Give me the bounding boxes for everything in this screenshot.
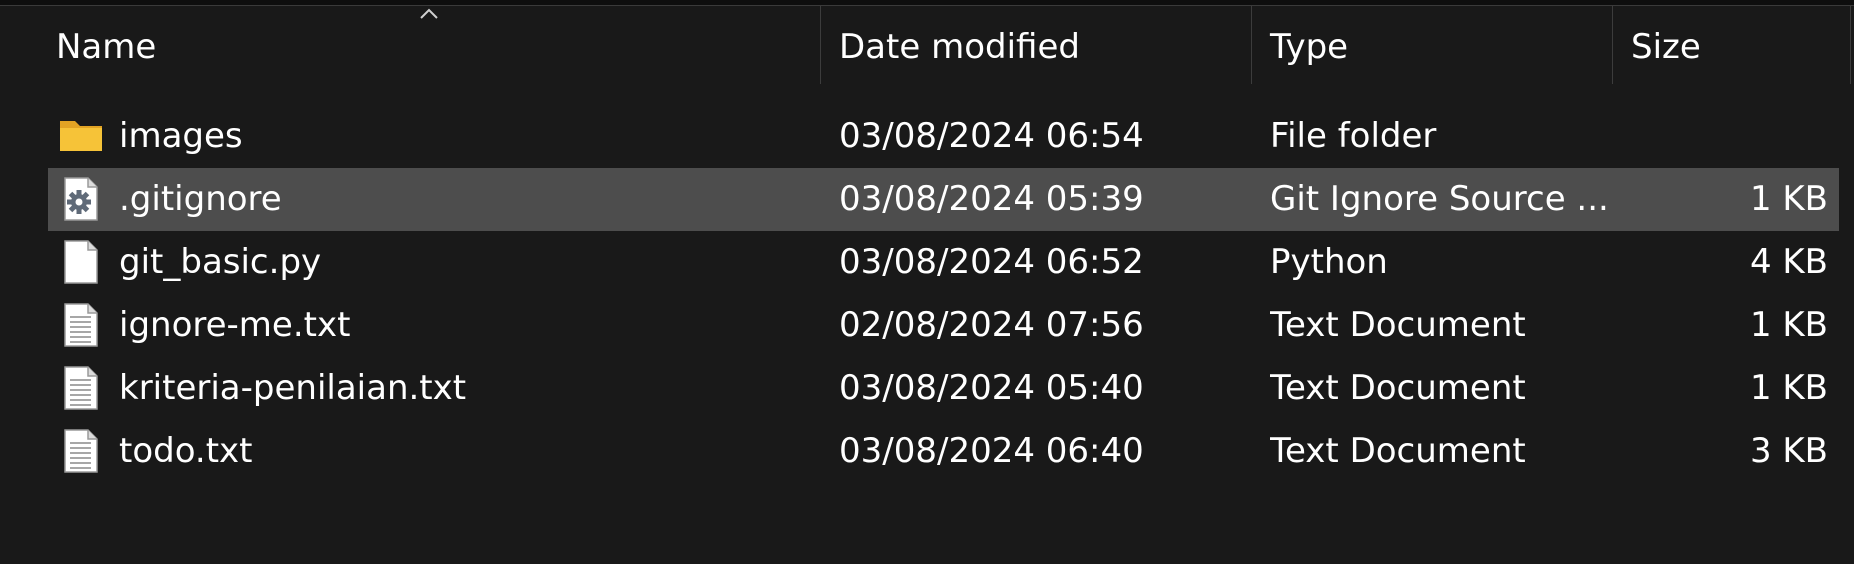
file-size: 1 KB: [1749, 305, 1828, 345]
file-type: Text Document: [1270, 431, 1526, 471]
file-row[interactable]: todo.txt 03/08/2024 06:40 Text Document 3 K…: [48, 420, 1839, 483]
column-header-date-modified[interactable]: Date modified: [839, 6, 1251, 84]
file-type: Python: [1270, 242, 1388, 282]
file-date-modified: 03/08/2024 06:52: [839, 242, 1144, 282]
file-size: [1628, 105, 1828, 168]
file-name: kriteria-penilaian.txt: [119, 368, 467, 408]
file-name: git_basic.py: [119, 242, 322, 282]
file-date-modified: 03/08/2024 05:39: [839, 179, 1144, 219]
folder-icon: [60, 105, 104, 168]
file-type: Text Document: [1270, 305, 1526, 345]
column-header-name[interactable]: Name: [56, 6, 820, 84]
column-divider[interactable]: [1251, 6, 1252, 84]
file-date-modified: 03/08/2024 06:40: [839, 431, 1144, 471]
column-divider[interactable]: [820, 6, 821, 84]
file-row[interactable]: git_basic.py 03/08/2024 06:52 Python 4 KB: [48, 231, 1839, 294]
column-header-size[interactable]: Size: [1631, 6, 1831, 84]
text-file-icon: [60, 357, 104, 420]
text-file-icon: [60, 294, 104, 357]
column-header-type[interactable]: Type: [1270, 6, 1612, 84]
column-divider[interactable]: [1850, 6, 1851, 84]
gear-file-icon: [60, 168, 104, 231]
file-date-modified: 03/08/2024 06:54: [839, 116, 1144, 156]
file-row[interactable]: images 03/08/2024 06:54 File folder: [48, 105, 1839, 168]
text-file-icon: [60, 420, 104, 483]
file-name: todo.txt: [119, 431, 253, 471]
file-size: 1 KB: [1749, 179, 1828, 219]
file-row[interactable]: .gitignore 03/08/2024 05:39 Git Ignore Sou…: [48, 168, 1839, 231]
file-size: 3 KB: [1749, 431, 1828, 471]
file-name: .gitignore: [119, 179, 282, 219]
file-size: 4 KB: [1749, 242, 1828, 282]
column-header-row: Name Date modified Type Size: [0, 6, 1854, 84]
file-date-modified: 03/08/2024 05:40: [839, 368, 1144, 408]
file-row[interactable]: ignore-me.txt 02/08/2024 07:56 Text Docume…: [48, 294, 1839, 357]
file-name: ignore-me.txt: [119, 305, 351, 345]
file-size: 1 KB: [1749, 368, 1828, 408]
blank-file-icon: [60, 231, 104, 294]
column-divider[interactable]: [1612, 6, 1613, 84]
file-type: Git Ignore Source ...: [1270, 179, 1609, 219]
file-name: images: [119, 116, 243, 156]
file-row[interactable]: kriteria-penilaian.txt 03/08/2024 05:40 Te…: [48, 357, 1839, 420]
file-type: Text Document: [1270, 368, 1526, 408]
file-date-modified: 02/08/2024 07:56: [839, 305, 1144, 345]
file-type: File folder: [1270, 116, 1437, 156]
